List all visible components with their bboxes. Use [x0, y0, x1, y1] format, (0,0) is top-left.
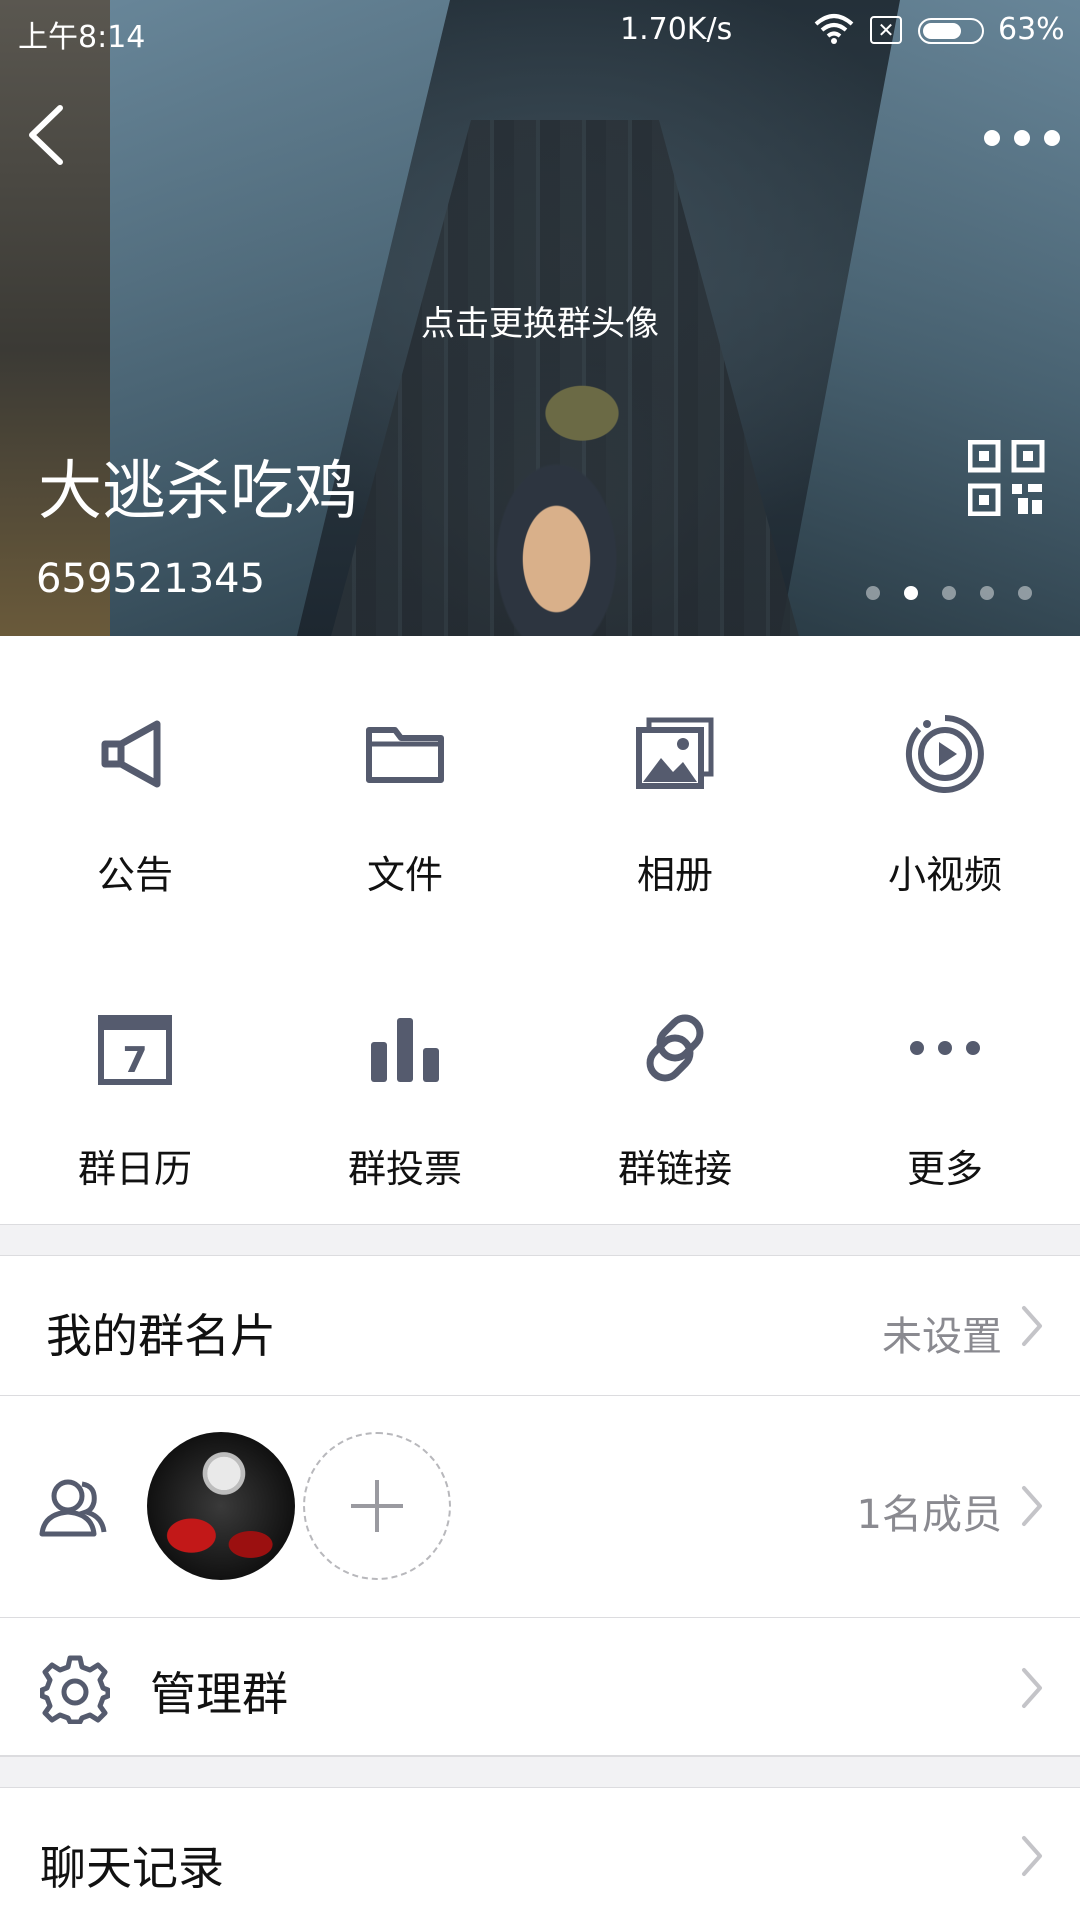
- more-dots-icon: [910, 1041, 980, 1055]
- row-title: 管理群: [150, 1667, 288, 1721]
- grid-item-album[interactable]: 相册: [540, 636, 810, 930]
- grid-item-label: 小视频: [887, 853, 1002, 897]
- add-member-button[interactable]: [303, 1432, 451, 1580]
- row-title: 我的群名片: [46, 1309, 276, 1363]
- change-avatar-hint[interactable]: 点击更换群头像: [0, 296, 1080, 345]
- grid-item-label: 群日历: [77, 1147, 192, 1191]
- grid-item-short-video[interactable]: 小视频: [810, 636, 1080, 930]
- chat-history-row[interactable]: 聊天记录: [0, 1788, 1080, 1920]
- bar-chart-icon: [371, 1018, 439, 1082]
- row-value: 未设置: [882, 1314, 1002, 1360]
- grid-item-files[interactable]: 文件: [270, 636, 540, 930]
- megaphone-icon: [101, 720, 161, 788]
- page-dot: [942, 586, 956, 600]
- calendar-icon: 7: [98, 1015, 172, 1085]
- my-group-card-row[interactable]: 我的群名片 未设置: [0, 1256, 1080, 1396]
- grid-item-vote[interactable]: 群投票: [270, 930, 540, 1224]
- battery-percent: 63%: [998, 12, 1065, 47]
- member-avatar[interactable]: [147, 1432, 295, 1580]
- cover-scene-figure: [480, 370, 650, 636]
- grid-item-label: 群投票: [347, 1147, 462, 1191]
- video-play-icon: [905, 715, 984, 793]
- folder-icon: [366, 727, 444, 783]
- back-button[interactable]: [18, 100, 78, 170]
- page-dot: [980, 586, 994, 600]
- calendar-day-text: 7: [122, 1040, 147, 1081]
- manage-group-row[interactable]: 管理群: [0, 1618, 1080, 1756]
- page-dot-active: [904, 586, 918, 600]
- status-time: 上午8:14: [18, 20, 146, 55]
- page-dot: [1018, 586, 1032, 600]
- cover-page-indicator: [866, 582, 1046, 602]
- link-icon: [646, 1014, 704, 1082]
- sim-off-icon: ✕: [870, 16, 902, 44]
- chevron-right-icon: [1022, 1668, 1042, 1708]
- group-function-grid: 公告 文件 相册 小视频 7 群日历 群投票 群链接 更多: [0, 636, 1080, 1224]
- grid-item-calendar[interactable]: 7 群日历: [0, 930, 270, 1224]
- status-bar: 上午8:14 1.70K/s ✕ 63%: [0, 0, 1080, 60]
- grid-item-label: 文件: [366, 853, 443, 897]
- grid-item-more[interactable]: 更多: [810, 930, 1080, 1224]
- grid-item-link[interactable]: 群链接: [540, 930, 810, 1224]
- group-id: 659521345: [36, 556, 266, 602]
- gear-icon: [40, 1655, 110, 1724]
- battery-icon: [918, 18, 984, 44]
- row-title: 聊天记录: [40, 1841, 224, 1895]
- members-icon: [39, 1479, 107, 1537]
- grid-item-label: 公告: [96, 853, 173, 897]
- chevron-right-icon: [1022, 1486, 1042, 1526]
- network-speed: 1.70K/s: [620, 12, 733, 47]
- page-dot: [866, 586, 880, 600]
- chevron-right-icon: [1022, 1306, 1042, 1346]
- wifi-icon: [814, 14, 854, 44]
- chevron-right-icon: [1022, 1836, 1042, 1876]
- section-divider: [0, 1756, 1080, 1788]
- section-divider: [0, 1224, 1080, 1256]
- plus-icon: [351, 1480, 403, 1532]
- dot-icon: [984, 130, 1000, 146]
- qr-code-icon[interactable]: [968, 440, 1046, 516]
- grid-item-label: 群链接: [617, 1147, 732, 1191]
- members-row[interactable]: 1名成员: [0, 1396, 1080, 1618]
- group-cover-image[interactable]: 上午8:14 1.70K/s ✕ 63% 点击更换群头像 大逃杀吃鸡 65952…: [0, 0, 1080, 636]
- photo-album-icon: [636, 717, 714, 789]
- member-count: 1名成员: [856, 1492, 1002, 1538]
- grid-item-label: 更多: [906, 1147, 983, 1191]
- grid-item-announcement[interactable]: 公告: [0, 636, 270, 930]
- more-options-button[interactable]: [978, 112, 1068, 160]
- dot-icon: [1044, 130, 1060, 146]
- dot-icon: [1014, 130, 1030, 146]
- group-name: 大逃杀吃鸡: [38, 455, 358, 529]
- grid-item-label: 相册: [636, 853, 713, 897]
